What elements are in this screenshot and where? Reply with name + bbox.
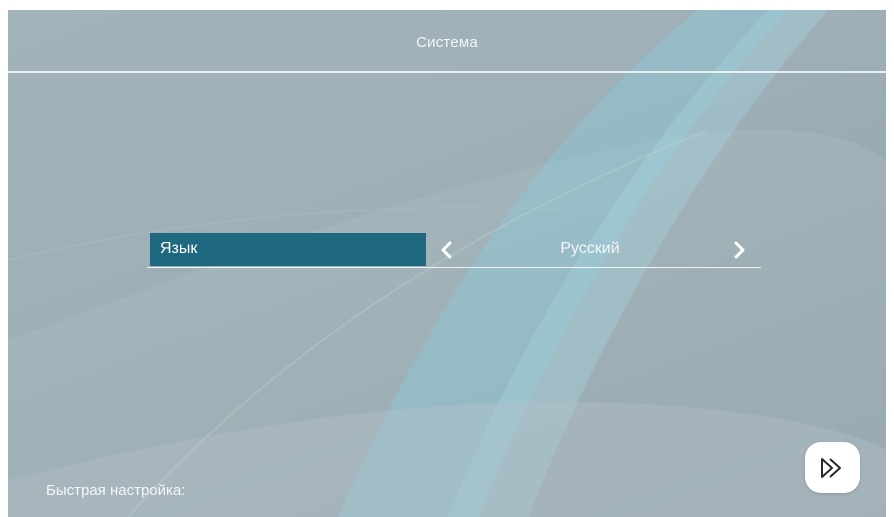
language-label: Язык bbox=[160, 240, 198, 257]
language-value: Русский bbox=[560, 240, 620, 257]
double-play-forward-icon bbox=[821, 458, 841, 478]
page-title: Система bbox=[416, 34, 478, 51]
language-setting-row[interactable]: Язык Русский bbox=[147, 233, 761, 268]
title-divider bbox=[8, 71, 886, 73]
language-label-highlight[interactable]: Язык bbox=[150, 233, 426, 266]
chevron-left-icon[interactable] bbox=[438, 241, 456, 259]
setting-row-underline bbox=[147, 267, 761, 268]
quick-setup-label: Быстрая настройка: bbox=[46, 482, 186, 499]
quick-setup-next-button[interactable] bbox=[805, 442, 860, 493]
chevron-right-icon[interactable] bbox=[730, 241, 748, 259]
system-screen: Система Язык Русский Быстрая настройка: bbox=[8, 10, 886, 517]
